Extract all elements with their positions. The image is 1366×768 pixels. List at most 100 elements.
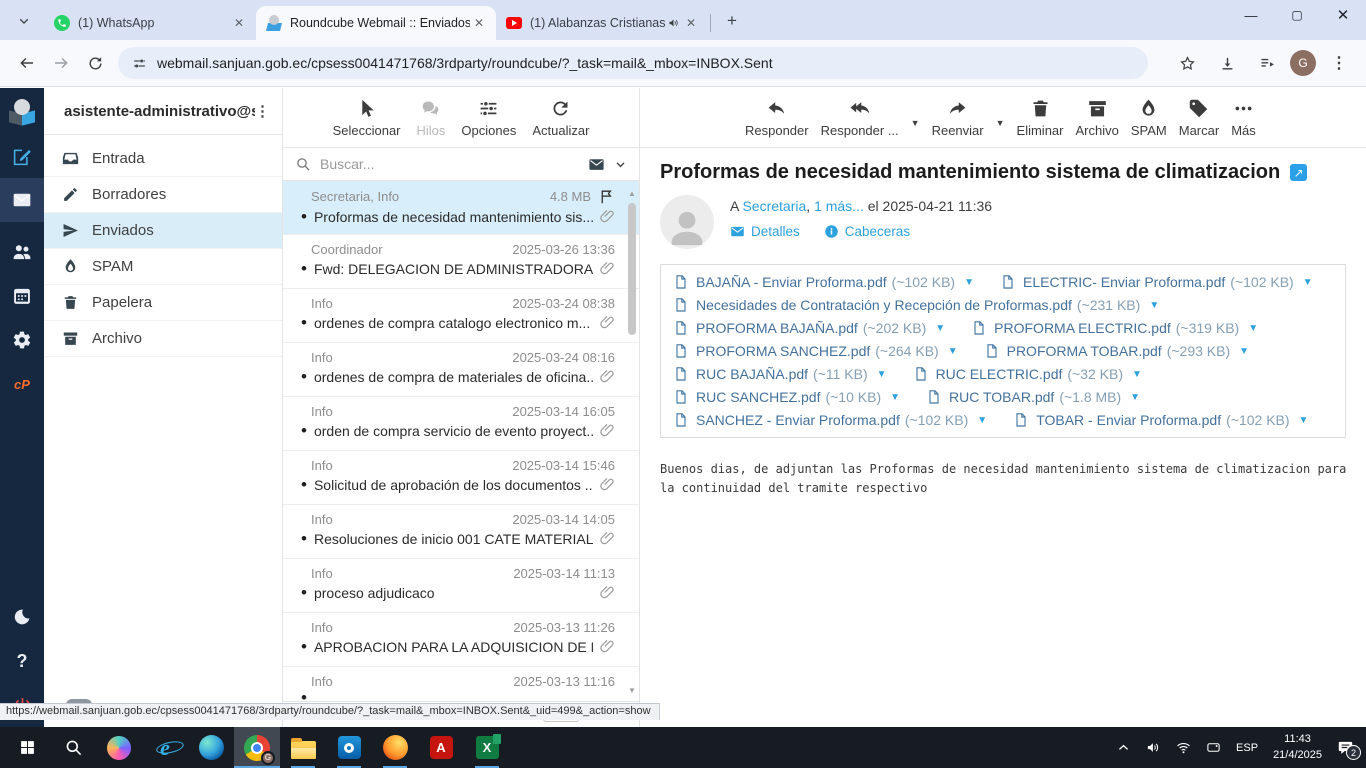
address-bar[interactable]: webmail.sanjuan.gob.ec/cpsess0041471768/… bbox=[118, 47, 1148, 79]
headers-toggle[interactable]: Cabeceras bbox=[824, 224, 910, 239]
sidebar-folder-borradores[interactable]: Borradores bbox=[44, 177, 282, 213]
sidebar-folder-enviados[interactable]: Enviados bbox=[44, 213, 282, 249]
attachment-name[interactable]: RUC TOBAR.pdf bbox=[949, 389, 1054, 405]
search-input[interactable]: Buscar... bbox=[320, 156, 579, 172]
attachment-name[interactable]: PROFORMA SANCHEZ.pdf bbox=[696, 343, 870, 359]
sidebar-folder-papelera[interactable]: Papelera bbox=[44, 285, 282, 321]
attachment-item[interactable]: SANCHEZ - Enviar Proforma.pdf (~102 KB) ▼ bbox=[673, 412, 987, 428]
message-list-item[interactable]: Info 2025-03-14 16:05 • orden de compra ser… bbox=[283, 397, 639, 451]
back-button[interactable] bbox=[10, 46, 44, 80]
attachment-name[interactable]: RUC ELECTRIC.pdf bbox=[936, 366, 1063, 382]
search-scope-icon[interactable] bbox=[588, 156, 605, 173]
forward-button[interactable]: Reenviar bbox=[932, 98, 984, 138]
volume-icon[interactable] bbox=[1146, 740, 1161, 755]
attachment-menu-caret-icon[interactable]: ▼ bbox=[948, 346, 958, 357]
message-list-item[interactable]: Info 2025-03-14 15:46 • Solicitud de aproba… bbox=[283, 451, 639, 505]
attachment-name[interactable]: RUC SANCHEZ.pdf bbox=[696, 389, 820, 405]
flag-icon[interactable] bbox=[598, 188, 615, 205]
attachment-name[interactable]: PROFORMA ELECTRIC.pdf bbox=[994, 320, 1171, 336]
attachment-item[interactable]: TOBAR - Enviar Proforma.pdf (~102 KB) ▼ bbox=[1013, 412, 1308, 428]
attachment-menu-caret-icon[interactable]: ▼ bbox=[1239, 346, 1249, 357]
message-list-item[interactable]: Secretaria, Info 4.8 MB • Proformas de nece… bbox=[283, 181, 639, 235]
attachment-menu-caret-icon[interactable]: ▼ bbox=[1132, 369, 1142, 380]
search-bar[interactable]: Buscar... bbox=[283, 148, 639, 181]
attachment-menu-caret-icon[interactable]: ▼ bbox=[877, 369, 887, 380]
forward-button[interactable] bbox=[44, 46, 78, 80]
excel-button[interactable]: X bbox=[464, 727, 510, 768]
taskbar-search-button[interactable] bbox=[50, 727, 96, 768]
settings-nav-button[interactable] bbox=[0, 318, 44, 362]
tab-close-icon[interactable]: ✕ bbox=[230, 14, 248, 32]
attachment-item[interactable]: RUC ELECTRIC.pdf (~32 KB) ▼ bbox=[913, 366, 1142, 382]
attachment-name[interactable]: TOBAR - Enviar Proforma.pdf bbox=[1036, 412, 1221, 428]
compose-button[interactable] bbox=[0, 134, 44, 178]
attachment-menu-caret-icon[interactable]: ▼ bbox=[964, 277, 974, 288]
reply-button[interactable]: Responder bbox=[745, 98, 809, 138]
attachment-menu-caret-icon[interactable]: ▼ bbox=[1248, 323, 1258, 334]
reload-button[interactable] bbox=[78, 46, 112, 80]
account-menu-icon[interactable]: ⋮ bbox=[255, 102, 270, 120]
refresh-button[interactable]: Actualizar bbox=[532, 98, 589, 138]
clock[interactable]: 11:43 21/4/2025 bbox=[1273, 732, 1322, 763]
archive-button[interactable]: Archivo bbox=[1076, 98, 1119, 138]
acrobat-button[interactable]: A bbox=[418, 727, 464, 768]
file-explorer-button[interactable] bbox=[280, 727, 326, 768]
tab-close-icon[interactable]: ✕ bbox=[682, 14, 700, 32]
message-list-item[interactable]: Coordinador 2025-03-26 13:36 • Fwd: DELEGAC… bbox=[283, 235, 639, 289]
outlook-button[interactable] bbox=[326, 727, 372, 768]
bookmark-star-icon[interactable] bbox=[1170, 46, 1204, 80]
minimize-button[interactable]: — bbox=[1228, 0, 1274, 30]
attachment-menu-caret-icon[interactable]: ▼ bbox=[890, 392, 900, 403]
attachment-menu-caret-icon[interactable]: ▼ bbox=[1149, 300, 1159, 311]
list-scrollbar[interactable]: ▲ ▼ bbox=[627, 189, 637, 695]
recipient-link[interactable]: Secretaria bbox=[742, 198, 806, 214]
attachment-name[interactable]: PROFORMA TOBAR.pdf bbox=[1007, 343, 1162, 359]
more-recipients-link[interactable]: 1 más... bbox=[814, 198, 864, 214]
reply-all-button[interactable]: Responder ... bbox=[821, 98, 899, 138]
message-list-item[interactable]: Info 2025-03-24 08:16 • ordenes de compra d… bbox=[283, 343, 639, 397]
downloads-icon[interactable] bbox=[1210, 46, 1244, 80]
sidebar-folder-archivo[interactable]: Archivo bbox=[44, 321, 282, 357]
attachment-item[interactable]: PROFORMA BAJAÑA.pdf (~202 KB) ▼ bbox=[673, 320, 945, 336]
attachment-menu-caret-icon[interactable]: ▼ bbox=[1130, 392, 1140, 403]
wifi-icon[interactable] bbox=[1176, 740, 1191, 755]
reply-all-caret-icon[interactable]: ▼ bbox=[911, 118, 920, 128]
side-panel-icon[interactable] bbox=[1250, 46, 1284, 80]
copilot-button[interactable] bbox=[96, 727, 142, 768]
message-list-item[interactable]: Info 2025-03-14 11:13 • proceso adjudicaco bbox=[283, 559, 639, 613]
browser-tab-youtube[interactable]: (1) Alabanzas Cristianas 202 ✕ bbox=[496, 6, 708, 40]
attachment-item[interactable]: Necesidades de Contratación y Recepción … bbox=[673, 297, 1159, 313]
attachment-name[interactable]: PROFORMA BAJAÑA.pdf bbox=[696, 320, 858, 336]
sidebar-folder-spam[interactable]: SPAM bbox=[44, 249, 282, 285]
attachment-name[interactable]: RUC BAJAÑA.pdf bbox=[696, 366, 808, 382]
attachment-item[interactable]: PROFORMA SANCHEZ.pdf (~264 KB) ▼ bbox=[673, 343, 958, 359]
site-controls-icon[interactable] bbox=[132, 56, 147, 71]
attachment-menu-caret-icon[interactable]: ▼ bbox=[1303, 277, 1313, 288]
browser-profile-avatar[interactable]: G bbox=[1290, 50, 1316, 76]
start-button[interactable] bbox=[4, 727, 50, 768]
attachment-item[interactable]: BAJAÑA - Enviar Proforma.pdf (~102 KB) ▼ bbox=[673, 274, 974, 290]
attachment-item[interactable]: RUC TOBAR.pdf (~1.8 MB) ▼ bbox=[926, 389, 1140, 405]
scroll-down-icon[interactable]: ▼ bbox=[628, 686, 636, 695]
browser-tab-whatsapp[interactable]: (1) WhatsApp ✕ bbox=[44, 6, 256, 40]
threads-button[interactable]: Hilos bbox=[417, 98, 445, 138]
delete-button[interactable]: Eliminar bbox=[1017, 98, 1064, 138]
details-toggle[interactable]: Detalles bbox=[730, 224, 800, 239]
dark-mode-button[interactable] bbox=[0, 595, 44, 639]
edge-button[interactable] bbox=[188, 727, 234, 768]
sidebar-folder-entrada[interactable]: Entrada bbox=[44, 141, 282, 177]
notification-center-button[interactable]: 2 bbox=[1337, 739, 1361, 760]
tab-audio-icon[interactable] bbox=[668, 17, 680, 29]
more-button[interactable]: Más bbox=[1231, 98, 1256, 138]
tab-search-button[interactable] bbox=[10, 7, 38, 35]
attachment-item[interactable]: PROFORMA TOBAR.pdf (~293 KB) ▼ bbox=[984, 343, 1249, 359]
attachment-item[interactable]: RUC BAJAÑA.pdf (~11 KB) ▼ bbox=[673, 366, 887, 382]
scroll-up-icon[interactable]: ▲ bbox=[628, 189, 636, 198]
options-button[interactable]: Opciones bbox=[461, 98, 516, 138]
attachment-name[interactable]: Necesidades de Contratación y Recepción … bbox=[696, 297, 1072, 313]
attachment-name[interactable]: SANCHEZ - Enviar Proforma.pdf bbox=[696, 412, 900, 428]
select-button[interactable]: Seleccionar bbox=[333, 98, 401, 138]
firefox-button[interactable] bbox=[372, 727, 418, 768]
spam-button[interactable]: SPAM bbox=[1131, 98, 1167, 138]
attachment-item[interactable]: RUC SANCHEZ.pdf (~10 KB) ▼ bbox=[673, 389, 900, 405]
